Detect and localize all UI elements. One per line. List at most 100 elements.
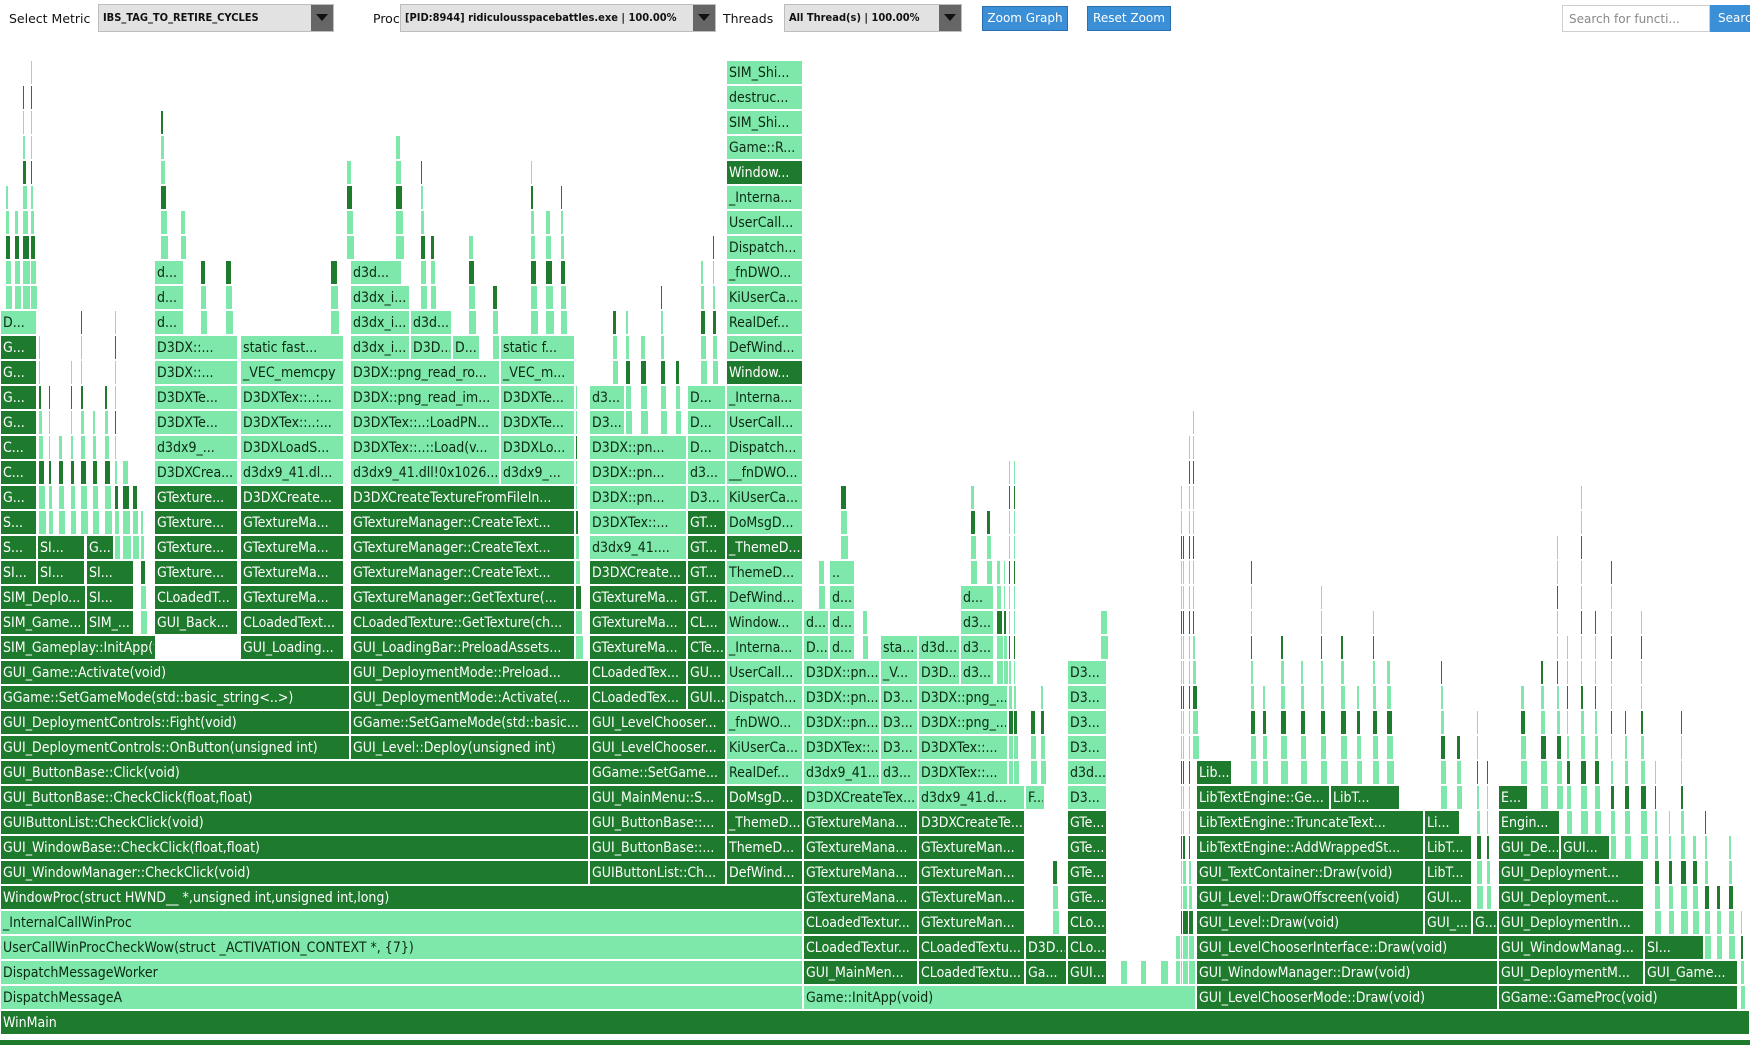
flame-frame-sliver[interactable] — [1728, 835, 1732, 860]
flame-frame-sliver[interactable] — [1188, 735, 1191, 760]
flame-frame-sliver[interactable] — [1640, 735, 1645, 760]
flame-frame[interactable]: GUI_LevelChooser... — [589, 735, 726, 760]
flame-frame-sliver[interactable] — [180, 210, 186, 235]
flame-frame-sliver[interactable] — [1250, 560, 1253, 585]
flame-frame[interactable]: d3dx9_41.dll!0x1026... — [350, 460, 500, 485]
flame-frame-sliver[interactable] — [1182, 535, 1185, 560]
flame-frame-sliver[interactable] — [200, 310, 208, 335]
flame-frame[interactable]: GUI_ButtonBase::CheckClick(float,float) — [0, 785, 589, 810]
flame-frame[interactable]: d3dx9_41.d... — [918, 785, 1025, 810]
flame-frame-sliver[interactable] — [1476, 835, 1482, 860]
flame-frame[interactable]: _ThemeD... — [726, 810, 803, 835]
flame-frame-sliver[interactable] — [1320, 685, 1325, 710]
flame-frame[interactable]: GUI_LoadingBar::PreloadAssets... — [350, 635, 575, 660]
flame-frame-sliver[interactable] — [92, 510, 100, 535]
flame-frame-sliver[interactable] — [92, 485, 99, 510]
flame-frame-sliver[interactable] — [1716, 935, 1723, 960]
flame-frame-sliver[interactable] — [1008, 660, 1012, 685]
flame-frame[interactable]: WindowProc(struct HWND__ *,unsigned int,… — [0, 885, 803, 910]
flame-frame[interactable]: DefWind... — [726, 335, 803, 360]
flame-frame-sliver[interactable] — [38, 335, 41, 360]
flame-frame-sliver[interactable] — [970, 560, 978, 585]
flame-frame-sliver[interactable] — [1250, 660, 1254, 685]
flame-frame-sliver[interactable] — [1566, 760, 1571, 785]
chevron-down-icon[interactable] — [693, 5, 715, 31]
flame-frame-sliver[interactable] — [1566, 635, 1569, 660]
flame-frame-sliver[interactable] — [1003, 660, 1009, 685]
flame-frame-sliver[interactable] — [1386, 685, 1392, 710]
flame-frame-sliver[interactable] — [1610, 685, 1613, 710]
flame-frame[interactable]: LibTextEngine::Ge... — [1196, 785, 1330, 810]
flame-frame-sliver[interactable] — [1182, 910, 1189, 935]
flame-frame[interactable]: DispatchMessageA — [0, 985, 803, 1010]
flame-frame-sliver[interactable] — [1340, 735, 1348, 760]
flame-frame-sliver[interactable] — [38, 435, 44, 460]
chevron-down-icon[interactable] — [311, 5, 333, 31]
flame-frame-sliver[interactable] — [430, 285, 437, 310]
flame-frame-sliver[interactable] — [1654, 835, 1659, 860]
flame-frame-sliver[interactable] — [1556, 735, 1562, 760]
flame-frame-sliver[interactable] — [1580, 560, 1583, 585]
flame-frame-sliver[interactable] — [986, 535, 992, 560]
flame-frame[interactable]: D3DXTex::..::Load(v... — [350, 435, 500, 460]
flame-frame[interactable]: d... — [803, 610, 829, 635]
flame-frame[interactable]: Window... — [726, 160, 803, 185]
flame-frame[interactable]: KiUserCa... — [726, 285, 803, 310]
flame-frame-sliver[interactable] — [1030, 760, 1038, 785]
flame-frame[interactable]: GUI_DeploymentMode::Preload... — [350, 660, 589, 685]
flame-frame-sliver[interactable] — [1580, 785, 1588, 810]
flame-frame[interactable]: d3dx9_... — [500, 460, 575, 485]
flame-frame-sliver[interactable] — [560, 210, 564, 235]
flame-frame-sliver[interactable] — [1250, 735, 1257, 760]
flame-frame-sliver[interactable] — [1692, 835, 1697, 860]
flame-frame-sliver[interactable] — [122, 485, 130, 510]
flame-frame-sliver[interactable] — [70, 460, 75, 485]
flame-frame-sliver[interactable] — [420, 185, 424, 210]
flame-frame-sliver[interactable] — [104, 460, 111, 485]
flame-frame-sliver[interactable] — [1340, 660, 1345, 685]
flame-frame-sliver[interactable] — [1013, 610, 1016, 635]
flame-frame-sliver[interactable] — [1188, 785, 1191, 810]
flame-frame[interactable]: GU... — [687, 660, 726, 685]
flame-frame[interactable]: GTextureMana... — [803, 835, 918, 860]
flame-frame-sliver[interactable] — [104, 485, 112, 510]
flame-frame-sliver[interactable] — [1182, 635, 1185, 660]
flame-frame[interactable]: G... — [0, 385, 37, 410]
flame-frame-sliver[interactable] — [14, 235, 20, 260]
flame-frame-sliver[interactable] — [1680, 835, 1686, 860]
flame-frame-sliver[interactable] — [1192, 660, 1197, 685]
flame-frame-sliver[interactable] — [80, 385, 84, 410]
flame-frame-sliver[interactable] — [1008, 710, 1014, 735]
flame-frame-sliver[interactable] — [114, 460, 118, 485]
flame-frame[interactable]: D3DXTe... — [500, 385, 575, 410]
flame-frame[interactable]: _Interna... — [726, 185, 803, 210]
flame-frame-sliver[interactable] — [1624, 760, 1629, 785]
flame-frame[interactable]: d3d... — [1067, 760, 1107, 785]
flame-frame-sliver[interactable] — [1280, 635, 1284, 660]
flame-frame-sliver[interactable] — [1182, 885, 1188, 910]
flame-frame-sliver[interactable] — [70, 360, 73, 385]
flame-frame[interactable]: CLoadedTextu... — [918, 935, 1025, 960]
flame-frame[interactable]: D... — [687, 410, 726, 435]
flame-frame-sliver[interactable] — [1556, 760, 1563, 785]
flame-frame-sliver[interactable] — [22, 235, 30, 260]
flame-frame-sliver[interactable] — [1372, 735, 1379, 760]
flame-frame-sliver[interactable] — [1013, 460, 1016, 485]
flame-frame-sliver[interactable] — [80, 335, 83, 360]
flame-frame-sliver[interactable] — [1486, 860, 1491, 885]
flame-frame-sliver[interactable] — [1566, 685, 1569, 710]
flame-frame[interactable]: D3... — [880, 735, 918, 760]
flame-frame-sliver[interactable] — [1476, 860, 1483, 885]
flame-frame-sliver[interactable] — [970, 535, 977, 560]
flame-frame-sliver[interactable] — [840, 535, 849, 560]
flame-frame-sliver[interactable] — [114, 535, 121, 560]
flame-frame-sliver[interactable] — [1540, 660, 1544, 685]
flame-frame-sliver[interactable] — [420, 285, 428, 310]
flame-frame[interactable]: GT... — [687, 510, 726, 535]
flame-frame-sliver[interactable] — [1704, 885, 1710, 910]
flame-frame-sliver[interactable] — [22, 160, 27, 185]
flame-frame-sliver[interactable] — [545, 235, 552, 260]
flame-frame-sliver[interactable] — [1386, 710, 1393, 735]
flame-frame-sliver[interactable] — [22, 260, 31, 285]
flame-frame[interactable]: SI... — [86, 585, 134, 610]
